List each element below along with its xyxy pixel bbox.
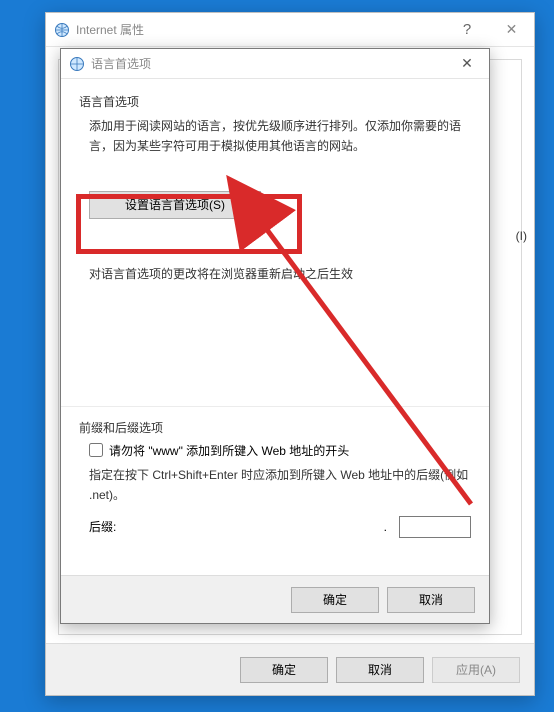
section-divider [61,406,489,407]
suffix-label: 后缀: [89,518,125,535]
section-suffix-title: 前缀和后缀选项 [79,419,471,436]
parent-title: Internet 属性 [76,21,445,38]
parent-ok-button[interactable]: 确定 [240,657,328,683]
no-www-prefix-label: 请勿将 "www" 添加到所键入 Web 地址的开头 [109,442,349,459]
suffix-input[interactable] [399,516,471,538]
child-title: 语言首选项 [91,55,445,72]
parent-titlebar: Internet 属性 ? ✕ [46,13,534,47]
language-preferences-dialog: 语言首选项 ✕ 语言首选项 添加用于阅读网站的语言，按优先级顺序进行排列。仅添加… [60,48,490,624]
language-dialog-icon [69,56,85,72]
parent-footer: 确定 取消 应用(A) [46,643,534,695]
child-body: 语言首选项 添加用于阅读网站的语言，按优先级顺序进行排列。仅添加你需要的语言，因… [61,79,489,548]
section-language-title: 语言首选项 [79,93,471,110]
close-button[interactable]: ✕ [489,13,534,46]
no-www-prefix-checkbox[interactable] [89,443,103,457]
suffix-dot: . [384,520,387,534]
window-buttons: ? ✕ [445,13,534,46]
child-cancel-button[interactable]: 取消 [387,587,475,613]
child-footer: 确定 取消 [61,575,489,623]
parent-apply-button[interactable]: 应用(A) [432,657,520,683]
set-language-preferences-button[interactable]: 设置语言首选项(S) [89,191,261,219]
child-close-button[interactable]: ✕ [445,49,489,79]
child-titlebar: 语言首选项 ✕ [61,49,489,79]
language-description: 添加用于阅读网站的语言，按优先级顺序进行排列。仅添加你需要的语言，因为某些字符可… [79,116,471,157]
help-button[interactable]: ? [445,13,489,46]
internet-options-icon [54,22,70,38]
side-annotation: (I) [516,229,527,243]
parent-cancel-button[interactable]: 取消 [336,657,424,683]
suffix-description: 指定在按下 Ctrl+Shift+Enter 时应添加到所键入 Web 地址中的… [79,465,471,506]
child-ok-button[interactable]: 确定 [291,587,379,613]
language-restart-note: 对语言首选项的更改将在浏览器重新启动之后生效 [79,265,471,282]
